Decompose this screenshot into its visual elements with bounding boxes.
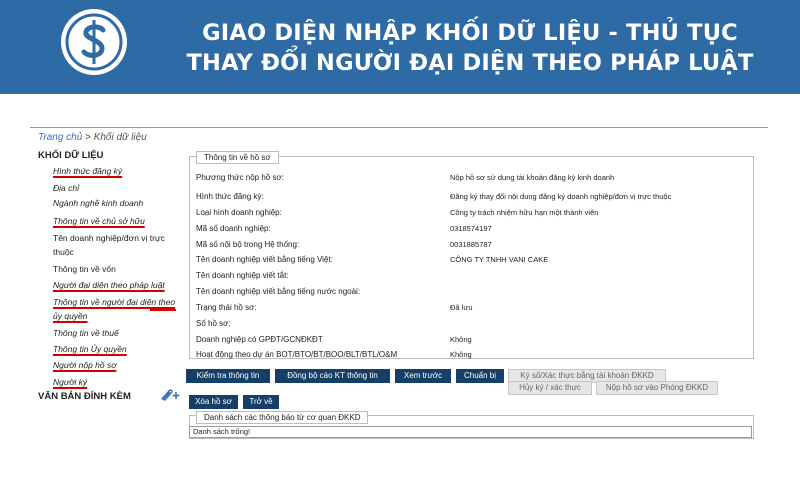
sync-report-button[interactable]: Đồng bộ cáo KT thông tin <box>275 369 390 383</box>
title-line-2: THAY ĐỔI NGƯỜI ĐẠI DIỆN THEO PHÁP LUẬT <box>186 50 754 76</box>
sidebar-heading: KHỐI DỮ LIỆU <box>38 150 104 161</box>
breadcrumb: Trang chủ > Khối dữ liệu <box>38 132 147 143</box>
sidebar-item-submitter[interactable]: Người nộp hồ sơ <box>53 359 181 372</box>
row-label-project-activity: Hoạt động theo dự án BOT/BTO/BT/BOO/BLT/… <box>196 350 398 359</box>
highlight-underline <box>150 309 176 311</box>
row-label-company-type: Loại hình doanh nghiệp: <box>196 208 282 217</box>
prepare-button[interactable]: Chuẩn bị <box>456 369 504 383</box>
paperclip-plus-icon[interactable] <box>157 388 181 402</box>
profile-info-tab[interactable]: Thông tin về hồ sơ <box>196 151 279 164</box>
sidebar-item-registration-type[interactable]: Hình thức đăng ký <box>53 165 181 178</box>
sidebar-item-address[interactable]: Địa chỉ <box>53 182 181 195</box>
row-label-submission-method: Phương thức nộp hồ sơ: <box>196 173 284 182</box>
row-value-submission-method: Nộp hồ sơ sử dụng tài khoản đăng ký kinh… <box>450 173 615 182</box>
submit-to-office-button[interactable]: Nộp hồ sơ vào Phòng ĐKKD <box>596 381 718 395</box>
row-value-status: Đã lưu <box>450 303 473 312</box>
row-label-status: Trạng thái hồ sơ: <box>196 303 257 312</box>
delete-file-button[interactable]: Xóa hồ sơ <box>189 395 238 409</box>
row-value-tax-code: 0318574197 <box>450 224 492 233</box>
row-label-foreign-name: Tên doanh nghiệp viết bằng tiếng nước ng… <box>196 287 361 296</box>
row-value-project-activity: Không <box>450 350 472 359</box>
row-label-vietnamese-name: Tên doanh nghiệp viết bằng tiếng Việt: <box>196 255 333 264</box>
app-window: Trang chủ > Khối dữ liệu KHỐI DỮ LIỆU Hì… <box>30 127 768 482</box>
preview-button[interactable]: Xem trước <box>395 369 451 383</box>
row-label-file-number: Số hồ sơ: <box>196 319 231 328</box>
sidebar-item-company-name[interactable]: Tên doanh nghiệp/đơn vị trực thuộc <box>53 231 181 259</box>
header-banner: GIAO DIỆN NHẬP KHỐI DỮ LIỆU - THỦ TỤC TH… <box>0 0 800 94</box>
notices-tab[interactable]: Danh sách các thông báo từ cơ quan ĐKKD <box>196 411 369 424</box>
breadcrumb-separator: > <box>85 132 91 143</box>
sidebar-item-tax-info[interactable]: Thông tin về thuế <box>53 327 181 340</box>
attachments-heading: VĂN BẢN ĐÍNH KÈM <box>38 391 131 402</box>
row-value-investment-license: Không <box>450 335 472 344</box>
breadcrumb-home-link[interactable]: Trang chủ <box>38 132 82 143</box>
row-label-investment-license: Doanh nghiệp có GPĐT/GCNĐKĐT <box>196 335 323 344</box>
notices-empty-message: Danh sách trống! <box>189 426 752 438</box>
breadcrumb-current: Khối dữ liệu <box>93 132 147 143</box>
row-label-internal-code: Mã số nội bộ trong Hệ thống: <box>196 240 300 249</box>
row-label-registration-type: Hình thức đăng ký: <box>196 192 264 201</box>
sidebar-item-business-lines[interactable]: Ngành nghề kinh doanh <box>53 197 181 210</box>
sidebar-item-legal-representative[interactable]: Người đại diện theo pháp luật <box>53 279 181 292</box>
sidebar-item-authorization-info[interactable]: Thông tin Ủy quyền <box>53 343 181 356</box>
row-label-short-name: Tên doanh nghiệp viết tắt: <box>196 271 289 280</box>
row-value-registration-type: Đăng ký thay đổi nội dung đăng ký doanh … <box>450 192 672 201</box>
sidebar-item-owner-info[interactable]: Thông tin về chủ sở hữu <box>53 215 181 228</box>
row-value-company-type: Công ty trách nhiệm hữu hạn một thành vi… <box>450 208 599 217</box>
row-value-vietnamese-name: CÔNG TY TNHH VANI CAKE <box>450 255 549 264</box>
dollar-coin-icon <box>61 9 127 75</box>
cancel-sign-button[interactable]: Hủy ký / xác thực <box>508 381 592 395</box>
page-title: GIAO DIỆN NHẬP KHỐI DỮ LIỆU - THỦ TỤC TH… <box>150 18 790 78</box>
row-label-tax-code: Mã số doanh nghiệp: <box>196 224 271 233</box>
check-info-button[interactable]: Kiểm tra thông tin <box>186 369 270 383</box>
title-line-1: GIAO DIỆN NHẬP KHỐI DỮ LIỆU - THỦ TỤC <box>202 20 738 46</box>
back-button[interactable]: Trở về <box>243 395 279 409</box>
sidebar-item-capital-info[interactable]: Thông tin về vốn <box>53 263 181 276</box>
row-value-internal-code: 0031885787 <box>450 240 492 249</box>
